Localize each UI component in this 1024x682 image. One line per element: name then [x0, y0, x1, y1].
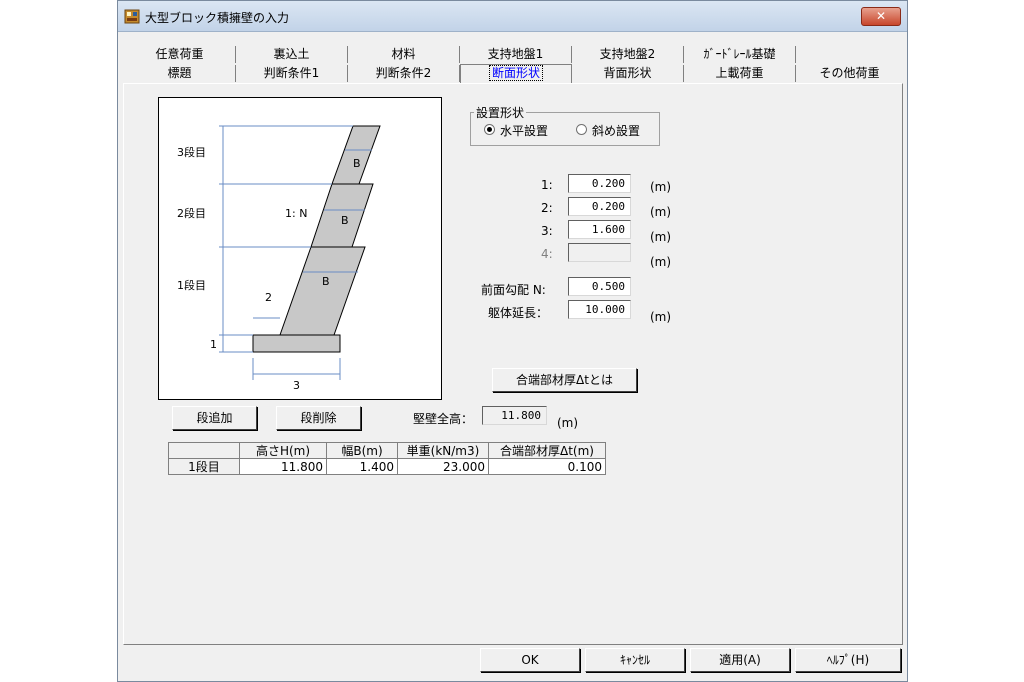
tab-back-shape[interactable]: 背面形状: [572, 65, 684, 82]
tab-criteria-2[interactable]: 判断条件2: [348, 65, 460, 82]
length-unit: (m): [650, 310, 672, 324]
joint-thickness-help-button[interactable]: 合端部材厚Δtとは: [492, 368, 637, 392]
dim-1-field-label: 1:: [541, 178, 553, 192]
app-icon: [124, 9, 140, 24]
window-title: 大型ブロック積擁壁の入力: [145, 11, 290, 25]
tab-other-load[interactable]: その他荷重: [796, 65, 903, 82]
dim-3-unit: (m): [650, 230, 672, 244]
close-icon: ✕: [875, 9, 887, 23]
slope-ratio-label: 1: N: [285, 207, 307, 220]
tier-table: 高さH(m) 幅B(m) 単重(kN/m3) 合端部材厚Δt(m) 1段目 11…: [168, 442, 606, 475]
cross-section-diagram: 3段目 2段目 1段目 1: N B B B 1 2 3: [158, 97, 442, 400]
table-cell-unit-weight[interactable]: 23.000: [397, 458, 489, 475]
tab-surcharge[interactable]: 上載荷重: [684, 65, 796, 82]
tab-cross-section[interactable]: 断面形状: [460, 64, 572, 84]
tab-cross-section-label: 断面形状: [488, 65, 543, 81]
table-header-corner: [168, 442, 240, 459]
table-row: 1段目 11.800 1.400 23.000 0.100: [168, 458, 606, 475]
table-header-width: 幅B(m): [326, 442, 398, 459]
dim-4-field-label: 4:: [541, 247, 553, 261]
table-cell-joint-thickness[interactable]: 0.100: [488, 458, 606, 475]
dim-2-unit: (m): [650, 205, 672, 219]
tab-criteria-1[interactable]: 判断条件1: [236, 65, 348, 82]
total-height-value: 11.800: [482, 406, 547, 425]
delete-tier-button[interactable]: 段削除: [276, 406, 361, 430]
dim-3-label: 3: [293, 379, 300, 392]
wall-drawing: 3段目 2段目 1段目 1: N B B B 1 2 3: [177, 125, 381, 392]
table-cell-height[interactable]: 11.800: [239, 458, 327, 475]
add-tier-button[interactable]: 段追加: [172, 406, 257, 430]
dim-1-label: 1: [210, 338, 217, 351]
block-tier-3: [331, 125, 381, 185]
tab-backfill[interactable]: 裏込土: [236, 46, 348, 63]
tier-3-label: 3段目: [177, 145, 206, 159]
tier-1-label: 1段目: [177, 278, 206, 292]
close-button[interactable]: ✕: [861, 7, 901, 26]
radio-horizontal[interactable]: [484, 124, 495, 135]
dim-2-input[interactable]: 0.200: [568, 197, 631, 216]
length-input[interactable]: 10.000: [568, 300, 631, 319]
dim-3-input[interactable]: 1.600: [568, 220, 631, 239]
cancel-button[interactable]: ｷｬﾝｾﾙ: [585, 648, 685, 672]
placement-legend: 設置形状: [474, 104, 527, 121]
title-bar: 大型ブロック積擁壁の入力 ✕: [118, 1, 907, 32]
table-cell-width[interactable]: 1.400: [326, 458, 398, 475]
dim-2-label: 2: [265, 291, 272, 304]
tier-2-label: 2段目: [177, 206, 206, 220]
slope-input[interactable]: 0.500: [568, 277, 631, 296]
radio-inclined[interactable]: [576, 124, 587, 135]
tab-arbitrary-load[interactable]: 任意荷重: [124, 46, 236, 63]
block-tier-1: [279, 246, 366, 336]
table-row-label: 1段目: [168, 458, 240, 475]
width-label-2: B: [341, 214, 349, 227]
radio-horizontal-label[interactable]: 水平設置: [500, 122, 548, 139]
width-label-3: B: [353, 157, 361, 170]
tab-title[interactable]: 標題: [124, 65, 236, 82]
apply-button[interactable]: 適用(A): [690, 648, 790, 672]
dim-2-field-label: 2:: [541, 201, 553, 215]
slope-field-label: 前面勾配 N:: [481, 283, 546, 297]
ok-button[interactable]: OK: [480, 648, 580, 672]
dim-3-field-label: 3:: [541, 224, 553, 238]
table-header-height: 高さH(m): [239, 442, 327, 459]
width-label-1: B: [322, 275, 330, 288]
base-footing: [252, 334, 341, 353]
total-height-label: 堅壁全高：: [413, 412, 474, 426]
tab-guardrail-foundation[interactable]: ｶﾞｰﾄﾞﾚｰﾙ基礎: [684, 46, 796, 63]
dim-4-unit: (m): [650, 255, 672, 269]
dim-1-input[interactable]: 0.200: [568, 174, 631, 193]
help-button[interactable]: ﾍﾙﾌﾟ(H): [795, 648, 901, 672]
tab-material[interactable]: 材料: [348, 46, 460, 63]
dim-1-unit: (m): [650, 180, 672, 194]
tab-bearing-2[interactable]: 支持地盤2: [572, 46, 684, 63]
table-header-joint-thickness: 合端部材厚Δt(m): [488, 442, 606, 459]
table-header-row: 高さH(m) 幅B(m) 単重(kN/m3) 合端部材厚Δt(m): [168, 442, 606, 459]
total-height-unit: (m): [557, 416, 579, 430]
table-header-unit-weight: 単重(kN/m3): [397, 442, 489, 459]
dim-4-input: [568, 243, 631, 262]
tab-bearing-1[interactable]: 支持地盤1: [460, 46, 572, 63]
length-field-label: 躯体延長：: [488, 306, 549, 320]
radio-inclined-label[interactable]: 斜め設置: [592, 122, 640, 139]
